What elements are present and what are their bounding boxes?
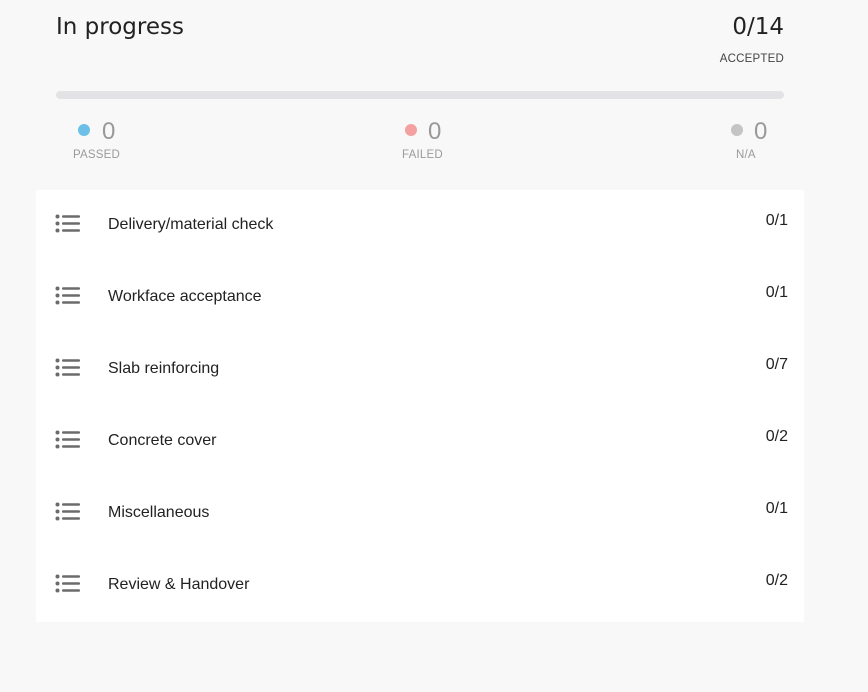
accepted-label: ACCEPTED [719, 53, 784, 65]
checklist-item[interactable]: Workface acceptance 0/1 [36, 262, 804, 334]
status-title: In progress [56, 14, 184, 40]
checklist-item-name: Concrete cover [108, 432, 217, 449]
checklist-item-count: 0/1 [765, 212, 788, 229]
checklist-item-count: 0/2 [765, 428, 788, 445]
checklist-item[interactable]: Review & Handover 0/2 [36, 550, 804, 622]
checklist-item[interactable]: Delivery/material check 0/1 [36, 190, 804, 262]
checklist-item-name: Miscellaneous [108, 504, 210, 521]
na-label: N/A [736, 149, 756, 161]
list-icon [55, 214, 80, 233]
checklist-item-count: 0/1 [765, 284, 788, 301]
passed-count: 0 [102, 118, 116, 145]
progress-summary: In progress 0/14 ACCEPTED 0 PASSED 0 FAI… [56, 0, 784, 180]
checklist-item-count: 0/7 [765, 356, 788, 373]
checklist-item-name: Slab reinforcing [108, 360, 220, 377]
failed-count: 0 [428, 118, 442, 145]
checklist-item[interactable]: Miscellaneous 0/1 [36, 478, 804, 550]
checklist-item-count: 0/2 [765, 572, 788, 589]
checklist-item-name: Delivery/material check [108, 216, 274, 233]
passed-label: PASSED [73, 149, 121, 161]
checklist-item[interactable]: Slab reinforcing 0/7 [36, 334, 804, 406]
list-icon [55, 286, 80, 305]
passed-dot-icon [78, 124, 90, 136]
list-icon [55, 574, 80, 593]
na-count: 0 [754, 118, 768, 145]
checklist-item[interactable]: Concrete cover 0/2 [36, 406, 804, 478]
list-icon [55, 430, 80, 449]
progress-bar [56, 91, 784, 99]
na-dot-icon [731, 124, 743, 136]
failed-label: FAILED [402, 149, 443, 161]
list-icon [55, 358, 80, 377]
accepted-count: 0/14 [732, 14, 784, 40]
checklist-item-name: Workface acceptance [108, 288, 262, 305]
checklist: Delivery/material check 0/1 Workface acc… [36, 190, 804, 622]
list-icon [55, 502, 80, 521]
checklist-item-count: 0/1 [765, 500, 788, 517]
checklist-item-name: Review & Handover [108, 576, 250, 593]
failed-dot-icon [405, 124, 417, 136]
